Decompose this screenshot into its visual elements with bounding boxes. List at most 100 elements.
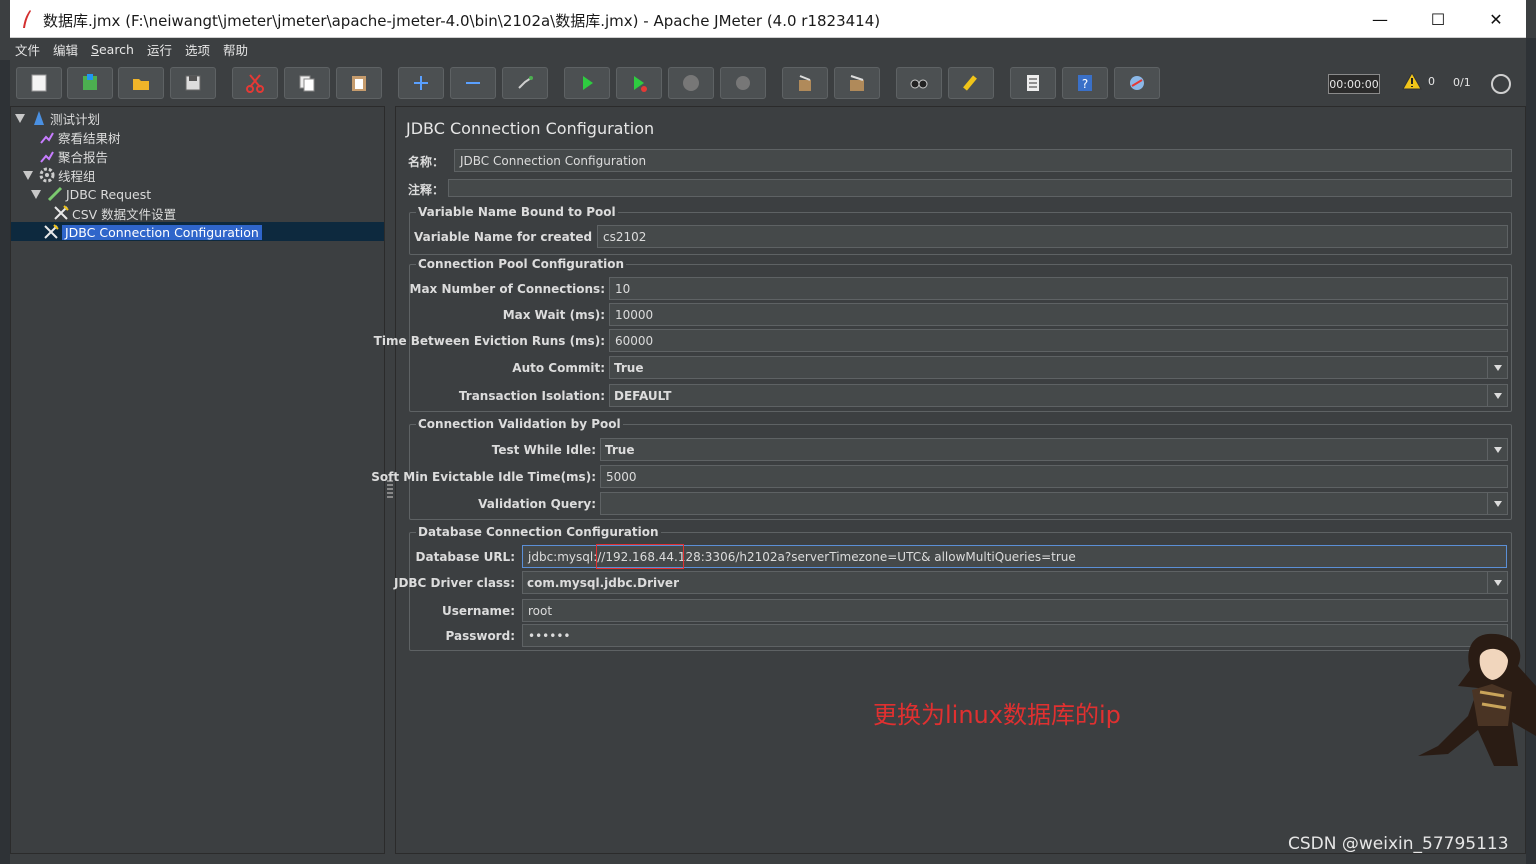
function-helper-button[interactable] — [1010, 67, 1056, 99]
driver-class-select[interactable]: com.mysql.jdbc.Driver — [522, 571, 1508, 594]
start-no-pause-icon — [634, 76, 647, 92]
max-wait-label: Max Wait (ms): — [502, 308, 605, 322]
group-title: Database Connection Configuration — [416, 525, 661, 539]
remote-button[interactable] — [1114, 67, 1160, 99]
warning-indicator[interactable]: 0 — [1402, 72, 1435, 90]
soft-min-idle-label: Soft Min Evictable Idle Time(ms): — [371, 470, 596, 484]
start-no-pause-button[interactable] — [616, 67, 662, 99]
clear-all-button[interactable] — [834, 67, 880, 99]
group-title: Connection Pool Configuration — [416, 257, 627, 271]
name-label: 名称： — [408, 155, 445, 169]
comment-field[interactable] — [448, 179, 1512, 197]
start-button[interactable] — [564, 67, 610, 99]
menu-run[interactable]: 运行 — [147, 40, 172, 59]
paste-button[interactable] — [336, 67, 382, 99]
save-button[interactable] — [170, 67, 216, 99]
cut-icon — [246, 74, 264, 93]
expand-button[interactable] — [398, 67, 444, 99]
chevron-down-icon[interactable] — [1487, 439, 1507, 460]
test-plan-icon — [34, 111, 44, 125]
username-input[interactable]: root — [522, 599, 1508, 622]
soft-min-idle-input[interactable]: 5000 — [600, 465, 1508, 488]
open-button[interactable] — [118, 67, 164, 99]
maximize-button[interactable]: ☐ — [1409, 0, 1467, 38]
config-element-icon — [44, 224, 59, 239]
validation-query-label: Validation Query: — [478, 497, 596, 511]
expand-arrow-icon[interactable] — [31, 189, 41, 199]
tree-node-test-plan[interactable]: 测试计划 — [15, 109, 100, 127]
reset-search-button[interactable] — [948, 67, 994, 99]
listener-icon — [40, 132, 54, 144]
help-button[interactable]: ? — [1062, 67, 1108, 99]
tree-node-jdbc-request[interactable]: JDBC Request — [31, 185, 151, 203]
validation-query-select[interactable] — [600, 492, 1508, 515]
auto-commit-select[interactable]: True — [609, 356, 1508, 379]
connection-pool-group: Connection Pool Configuration Max Number… — [374, 257, 1512, 412]
menu-file[interactable]: 文件 — [15, 40, 40, 59]
transaction-isolation-label: Transaction Isolation: — [458, 389, 605, 403]
transaction-isolation-select[interactable]: DEFAULT — [609, 384, 1508, 407]
sampler-icon — [47, 186, 63, 202]
menu-edit[interactable]: 编辑 — [53, 40, 78, 59]
password-input[interactable]: •••••• — [522, 624, 1508, 647]
cut-button[interactable] — [232, 67, 278, 99]
chevron-down-icon[interactable] — [1487, 357, 1507, 378]
toolbar: ? 00:00:00 0 0/1 — [10, 62, 1526, 104]
menu-search[interactable]: Search — [91, 42, 134, 57]
left-edge — [0, 60, 10, 864]
start-icon — [583, 76, 593, 90]
pool-variable-input[interactable]: cs2102 — [597, 225, 1508, 248]
tree-node-jdbc-connection-config[interactable]: JDBC Connection Configuration — [43, 223, 262, 241]
config-panel: JDBC Connection Configuration 名称： JDBC C… — [371, 106, 1526, 854]
minimize-button[interactable]: — — [1351, 0, 1409, 38]
menu-bar: 文件 编辑 Search 运行 选项 帮助 — [10, 38, 1526, 60]
thread-group-icon — [39, 167, 55, 183]
tree-node-csv-data-set[interactable]: CSV 数据文件设置 — [53, 204, 176, 222]
eviction-runs-input[interactable]: 60000 — [609, 329, 1508, 352]
chevron-down-icon[interactable] — [1487, 385, 1507, 406]
jmeter-window: 数据库.jmx (F:\neiwangt\jmeter\jmeter\apach… — [0, 0, 1536, 864]
test-while-idle-value: True — [605, 442, 635, 457]
new-button[interactable] — [16, 67, 62, 99]
save-icon — [185, 75, 201, 91]
eviction-runs-label: Time Between Eviction Runs (ms): — [373, 334, 605, 348]
copy-button[interactable] — [284, 67, 330, 99]
menu-options[interactable]: 选项 — [185, 40, 210, 59]
name-field[interactable]: JDBC Connection Configuration — [454, 149, 1512, 172]
max-connections-input[interactable]: 10 — [609, 277, 1508, 300]
clear-icon — [799, 75, 811, 91]
test-while-idle-select[interactable]: True — [600, 438, 1508, 461]
validation-group: Connection Validation by Pool Test While… — [371, 417, 1512, 520]
tree-node-thread-group[interactable]: 线程组 — [23, 166, 96, 184]
templates-button[interactable] — [67, 67, 113, 99]
auto-commit-value: True — [614, 360, 644, 375]
search-button[interactable] — [896, 67, 942, 99]
group-title: Variable Name Bound to Pool — [416, 205, 618, 219]
tree-node-aggregate-report[interactable]: 聚合报告 — [39, 147, 108, 165]
toggle-button[interactable] — [502, 67, 548, 99]
shutdown-button[interactable] — [720, 67, 766, 99]
comment-label: 注释： — [408, 183, 445, 197]
elapsed-timer: 00:00:00 — [1328, 74, 1380, 94]
expand-arrow-icon[interactable] — [15, 113, 25, 123]
expand-icon — [414, 76, 428, 90]
chevron-down-icon[interactable] — [1487, 493, 1507, 514]
warning-count: 0 — [1428, 74, 1435, 88]
expand-arrow-icon[interactable] — [23, 170, 33, 180]
shutdown-icon — [736, 76, 750, 90]
chevron-down-icon[interactable] — [1487, 572, 1507, 593]
new-icon — [31, 74, 47, 92]
clear-button[interactable] — [782, 67, 828, 99]
tree-node-view-results-tree[interactable]: 察看结果树 — [39, 128, 121, 146]
remote-status-icon — [1491, 74, 1511, 94]
database-connection-group: Database Connection Configuration Databa… — [394, 525, 1512, 651]
max-wait-input[interactable]: 10000 — [609, 303, 1508, 326]
jmeter-feather-icon — [23, 10, 31, 28]
stop-button[interactable] — [668, 67, 714, 99]
search-icon — [910, 79, 928, 89]
close-button[interactable]: ✕ — [1467, 0, 1525, 38]
ip-highlight-box — [596, 544, 684, 569]
menu-help[interactable]: 帮助 — [223, 40, 248, 59]
collapse-button[interactable] — [450, 67, 496, 99]
templates-icon — [83, 74, 97, 90]
